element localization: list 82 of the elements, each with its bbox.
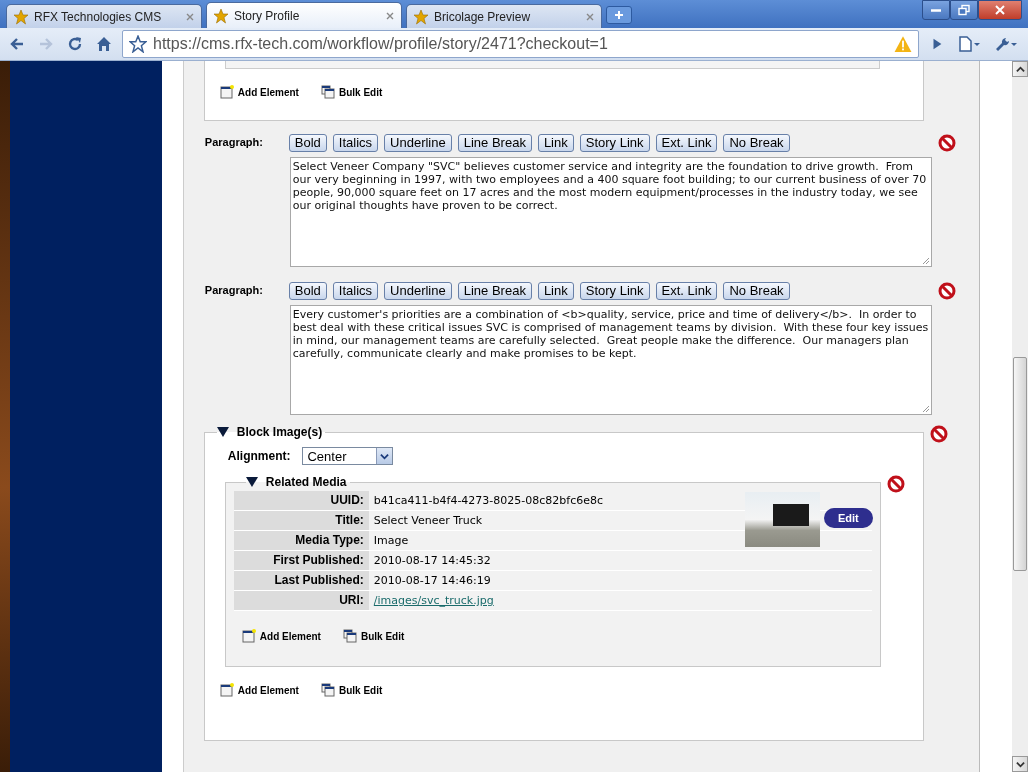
format-button[interactable]: Line Break [457, 282, 532, 300]
field-label-cell: URI: [233, 591, 369, 610]
browser-tab[interactable]: RFX Technologies CMS [6, 4, 202, 28]
field-value: Select Veneer Truck [373, 514, 483, 527]
browser-tab[interactable]: Bricolage Preview [406, 4, 602, 28]
format-button[interactable]: Link [537, 282, 574, 300]
resize-grip-icon[interactable] [921, 257, 930, 265]
action-link[interactable]: Add Element [219, 683, 299, 697]
star-icon [213, 7, 229, 24]
alignment-select[interactable]: Center [302, 447, 394, 465]
format-button[interactable]: Underline [384, 134, 452, 152]
stacked-pages-icon [320, 683, 335, 697]
format-button[interactable]: Line Break [457, 134, 532, 152]
uri-link[interactable]: /images/svc_truck.jpg [373, 594, 494, 607]
action-link[interactable]: Add Element [241, 629, 321, 643]
section-title: Block Image(s) [236, 425, 323, 439]
restore-icon [958, 4, 970, 16]
close-icon[interactable] [585, 11, 595, 22]
field-value: Image [373, 534, 409, 547]
paragraph-text-area[interactable]: Every customer's priorities are a combination of <b>quality, service, price and time of delivery</b>. In order to best deal with these critical issues SVC is comprised of management teams by division. With these four key issues in mind, our management teams are carefully selected. Great people make the difference. Our managers plan carefully, communicate clearly and make promises to be kept. [289, 305, 932, 415]
format-button[interactable]: Underline [384, 282, 452, 300]
star-icon [13, 8, 29, 25]
section-title: Related Media [265, 475, 347, 489]
format-button[interactable]: Ext. Link [655, 134, 718, 152]
field-label: Paragraph: [203, 283, 264, 298]
add-page-icon [241, 629, 256, 643]
forward-arrow-icon [38, 36, 54, 52]
format-button[interactable]: Bold [288, 134, 327, 152]
format-button[interactable]: Story Link [579, 282, 650, 300]
format-button[interactable]: Bold [288, 282, 327, 300]
stacked-pages-icon [342, 629, 357, 643]
resize-grip-icon[interactable] [921, 405, 930, 413]
home-icon [96, 36, 112, 52]
field-label: Alignment: [227, 449, 291, 463]
add-page-icon [219, 683, 234, 697]
field-label-cell: Media Type: [233, 531, 369, 550]
field-value: 2010-08-17 14:46:19 [373, 574, 491, 587]
browser-tab[interactable]: Story Profile [206, 2, 402, 28]
format-button[interactable]: No Break [723, 282, 790, 300]
field-value: 2010-08-17 14:45:32 [373, 554, 491, 567]
delete-icon[interactable] [937, 134, 956, 152]
action-link[interactable]: Bulk Edit [342, 629, 405, 643]
field-label-cell: Title: [233, 511, 369, 530]
format-button[interactable]: No Break [723, 134, 790, 152]
restore-button[interactable] [950, 0, 978, 20]
bookmark-star-icon[interactable] [129, 35, 147, 53]
close-icon[interactable] [185, 11, 195, 22]
expanded-triangle-icon[interactable] [216, 426, 229, 438]
close-icon [994, 4, 1006, 16]
add-page-icon [219, 85, 234, 99]
paragraph-text-area[interactable]: Select Veneer Company "SVC" believes customer service and integrity are the foundation to drive growth. From our very beginning in 1997, with two employees and a 400 square foot building; to our current business of over 70 people, 90,000 square feet on 17 acres and the most modern equipment/processes in the industry today, we see our original thoughts have proven to be correct. [289, 157, 932, 267]
back-arrow-icon [9, 36, 25, 52]
page-icon [958, 36, 982, 52]
reload-icon [67, 36, 83, 52]
plus-icon [614, 10, 624, 20]
edit-button[interactable]: Edit [823, 508, 873, 528]
star-icon [413, 8, 429, 25]
action-link[interactable]: Add Element [219, 85, 299, 99]
format-button[interactable]: Ext. Link [655, 282, 718, 300]
format-button[interactable]: Italics [332, 134, 379, 152]
field-label-cell: Last Published: [233, 571, 369, 590]
action-link[interactable]: Bulk Edit [320, 85, 383, 99]
delete-icon[interactable] [937, 282, 956, 300]
stacked-pages-icon [320, 85, 335, 99]
delete-icon[interactable] [886, 475, 905, 493]
field-label-cell: First Published: [233, 551, 369, 570]
delete-icon[interactable] [929, 425, 948, 443]
close-icon[interactable] [385, 10, 395, 21]
vertical-scrollbar[interactable] [1012, 61, 1028, 772]
new-tab-button[interactable] [606, 6, 632, 24]
format-button[interactable]: Story Link [579, 134, 650, 152]
field-label: Paragraph: [203, 135, 264, 150]
format-button[interactable]: Italics [332, 282, 379, 300]
wrench-icon [995, 36, 1019, 52]
minimize-icon [931, 7, 941, 13]
action-link[interactable]: Bulk Edit [320, 683, 383, 697]
close-button[interactable] [978, 0, 1022, 20]
expanded-triangle-icon[interactable] [245, 476, 258, 488]
field-value: b41ca411-b4f4-4273-8025-08c82bfc6e8c [373, 494, 604, 507]
minimize-button[interactable] [922, 0, 950, 20]
field-label-cell: UUID: [233, 491, 369, 510]
format-button[interactable]: Link [537, 134, 574, 152]
